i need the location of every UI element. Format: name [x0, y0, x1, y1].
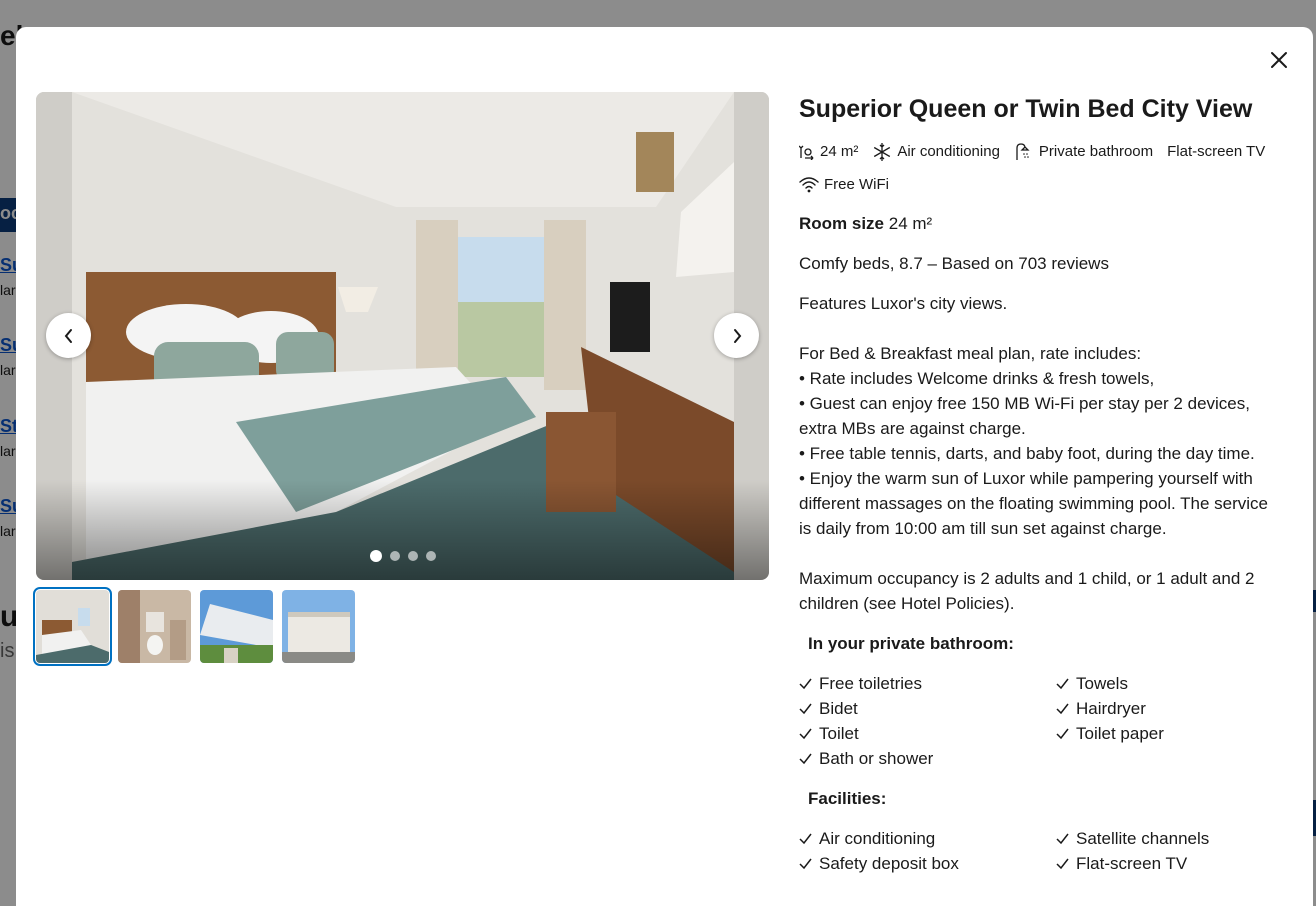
chip-air-conditioning: Air conditioning: [872, 139, 1000, 164]
amenity-item: Hairdryer: [1056, 696, 1276, 721]
chip-label: 24 m²: [820, 143, 859, 160]
room-title: Superior Queen or Twin Bed City View: [799, 95, 1253, 123]
chip-free-wifi: Free WiFi: [799, 172, 889, 197]
amenity-label: Hairdryer: [1076, 699, 1146, 718]
snowflake-icon: [874, 142, 891, 161]
chip-label: Free WiFi: [824, 176, 889, 193]
facility-item: Air conditioning: [799, 826, 1056, 851]
facility-item: Safety deposit box: [799, 851, 1056, 876]
amenity-label: Toilet paper: [1076, 724, 1164, 743]
amenity-item: Toilet: [799, 721, 1056, 746]
bathroom-amenities: Free toiletries Towels Bidet Hairdryer T…: [799, 671, 1279, 771]
check-icon: [1056, 678, 1069, 690]
max-occupancy: Maximum occupancy is 2 adults and 1 chil…: [799, 569, 1255, 613]
photo-pagination-dots: [36, 550, 769, 562]
chip-label: Air conditioning: [897, 143, 1000, 160]
check-icon: [799, 678, 812, 690]
previous-photo-button[interactable]: [46, 313, 91, 358]
check-icon: [799, 703, 812, 715]
bathroom-section-title: In your private bathroom:: [808, 634, 1014, 653]
amenity-item: Towels: [1056, 671, 1276, 696]
facilities-section-title: Facilities:: [808, 789, 887, 808]
meal-plan-line: • Guest can enjoy free 150 MB Wi-Fi per …: [799, 394, 1250, 438]
thumbnail-image: [282, 590, 355, 663]
comfy-beds-rating: Comfy beds, 8.7 – Based on 703 reviews: [799, 254, 1109, 273]
room-size-icon: [799, 145, 814, 160]
check-icon: [799, 858, 812, 870]
amenity-label: Bidet: [819, 699, 858, 718]
amenity-label: Free toiletries: [819, 674, 922, 693]
facility-item: Flat-screen TV: [1056, 851, 1276, 876]
chevron-left-icon: [64, 328, 72, 343]
chip-room-size: 24 m²: [799, 139, 858, 164]
amenity-label: Towels: [1076, 674, 1128, 693]
close-icon: [1271, 52, 1287, 68]
thumbnail-hotel-exterior-pool[interactable]: [200, 590, 273, 663]
close-button[interactable]: [1265, 46, 1293, 74]
facility-label: Satellite channels: [1076, 829, 1210, 848]
pagination-dot[interactable]: [369, 550, 382, 562]
bedroom-photo: [36, 92, 769, 580]
amenity-label: Bath or shower: [819, 749, 934, 768]
room-details-modal: Superior Queen or Twin Bed City View 24 …: [16, 27, 1313, 906]
next-photo-button[interactable]: [714, 313, 759, 358]
check-icon: [1056, 858, 1069, 870]
thumbnail-bedroom[interactable]: [33, 587, 112, 666]
check-icon: [799, 728, 812, 740]
thumbnail-bathroom[interactable]: [118, 590, 191, 663]
facility-chips: 24 m² Air conditioning Private bathroom …: [799, 139, 1279, 197]
facility-label: Safety deposit box: [819, 854, 959, 873]
thumbnail-image: [200, 590, 273, 663]
amenity-item: Toilet paper: [1056, 721, 1276, 746]
pagination-dot[interactable]: [425, 551, 436, 561]
meal-plan-line: • Rate includes Welcome drinks & fresh t…: [799, 369, 1155, 388]
facility-label: Flat-screen TV: [1076, 854, 1188, 873]
room-size-value: 24 m²: [888, 214, 933, 233]
photo-gallery: [33, 92, 769, 666]
thumbnail-hotel-exterior-front[interactable]: [282, 590, 355, 663]
facility-item: Satellite channels: [1056, 826, 1276, 851]
shower-icon: [1016, 142, 1030, 160]
facility-label: Air conditioning: [819, 829, 936, 848]
chip-private-bathroom: Private bathroom: [1014, 139, 1153, 164]
thumbnail-image: [118, 590, 191, 663]
room-features: Features Luxor's city views.: [799, 294, 1008, 313]
check-icon: [799, 833, 812, 845]
check-icon: [1056, 703, 1069, 715]
main-photo[interactable]: [36, 92, 769, 580]
chevron-right-icon: [733, 328, 741, 343]
room-details: Superior Queen or Twin Bed City View 24 …: [799, 91, 1279, 891]
meal-plan-line: • Enjoy the warm sun of Luxor while pamp…: [799, 469, 1269, 538]
room-size-label: Room size: [799, 214, 885, 233]
chip-label: Private bathroom: [1038, 143, 1154, 160]
thumbnail-image: [36, 590, 109, 663]
meal-plan-description: For Bed & Breakfast meal plan, rate incl…: [799, 341, 1279, 541]
chip-flat-screen-tv: Flat-screen TV: [1167, 139, 1265, 164]
amenity-item: Bidet: [799, 696, 1056, 721]
amenity-item: Free toiletries: [799, 671, 1056, 696]
room-size: Room size 24 m²: [799, 211, 1279, 236]
check-icon: [1056, 728, 1069, 740]
amenity-label: Toilet: [819, 724, 859, 743]
check-icon: [1056, 833, 1069, 845]
meal-plan-line: • Free table tennis, darts, and baby foo…: [799, 444, 1255, 463]
check-icon: [799, 753, 812, 765]
wifi-icon: [799, 176, 819, 192]
pagination-dot[interactable]: [389, 551, 400, 561]
chip-label: Flat-screen TV: [1167, 143, 1266, 160]
pagination-dot[interactable]: [407, 551, 418, 561]
facilities-list: Air conditioning Satellite channels Safe…: [799, 826, 1279, 876]
amenity-item: Bath or shower: [799, 746, 1056, 771]
thumbnail-strip: [33, 587, 769, 666]
meal-plan-line: For Bed & Breakfast meal plan, rate incl…: [799, 344, 1142, 363]
